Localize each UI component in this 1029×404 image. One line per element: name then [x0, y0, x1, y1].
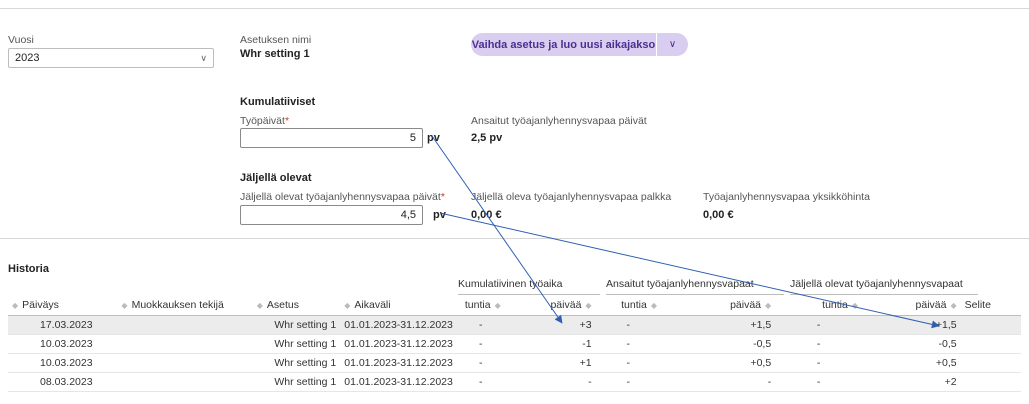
arrow-remaining-to-rem-days	[439, 212, 940, 329]
annotation-arrows	[431, 135, 940, 329]
arrow-workdays-to-cum-days	[431, 135, 563, 324]
